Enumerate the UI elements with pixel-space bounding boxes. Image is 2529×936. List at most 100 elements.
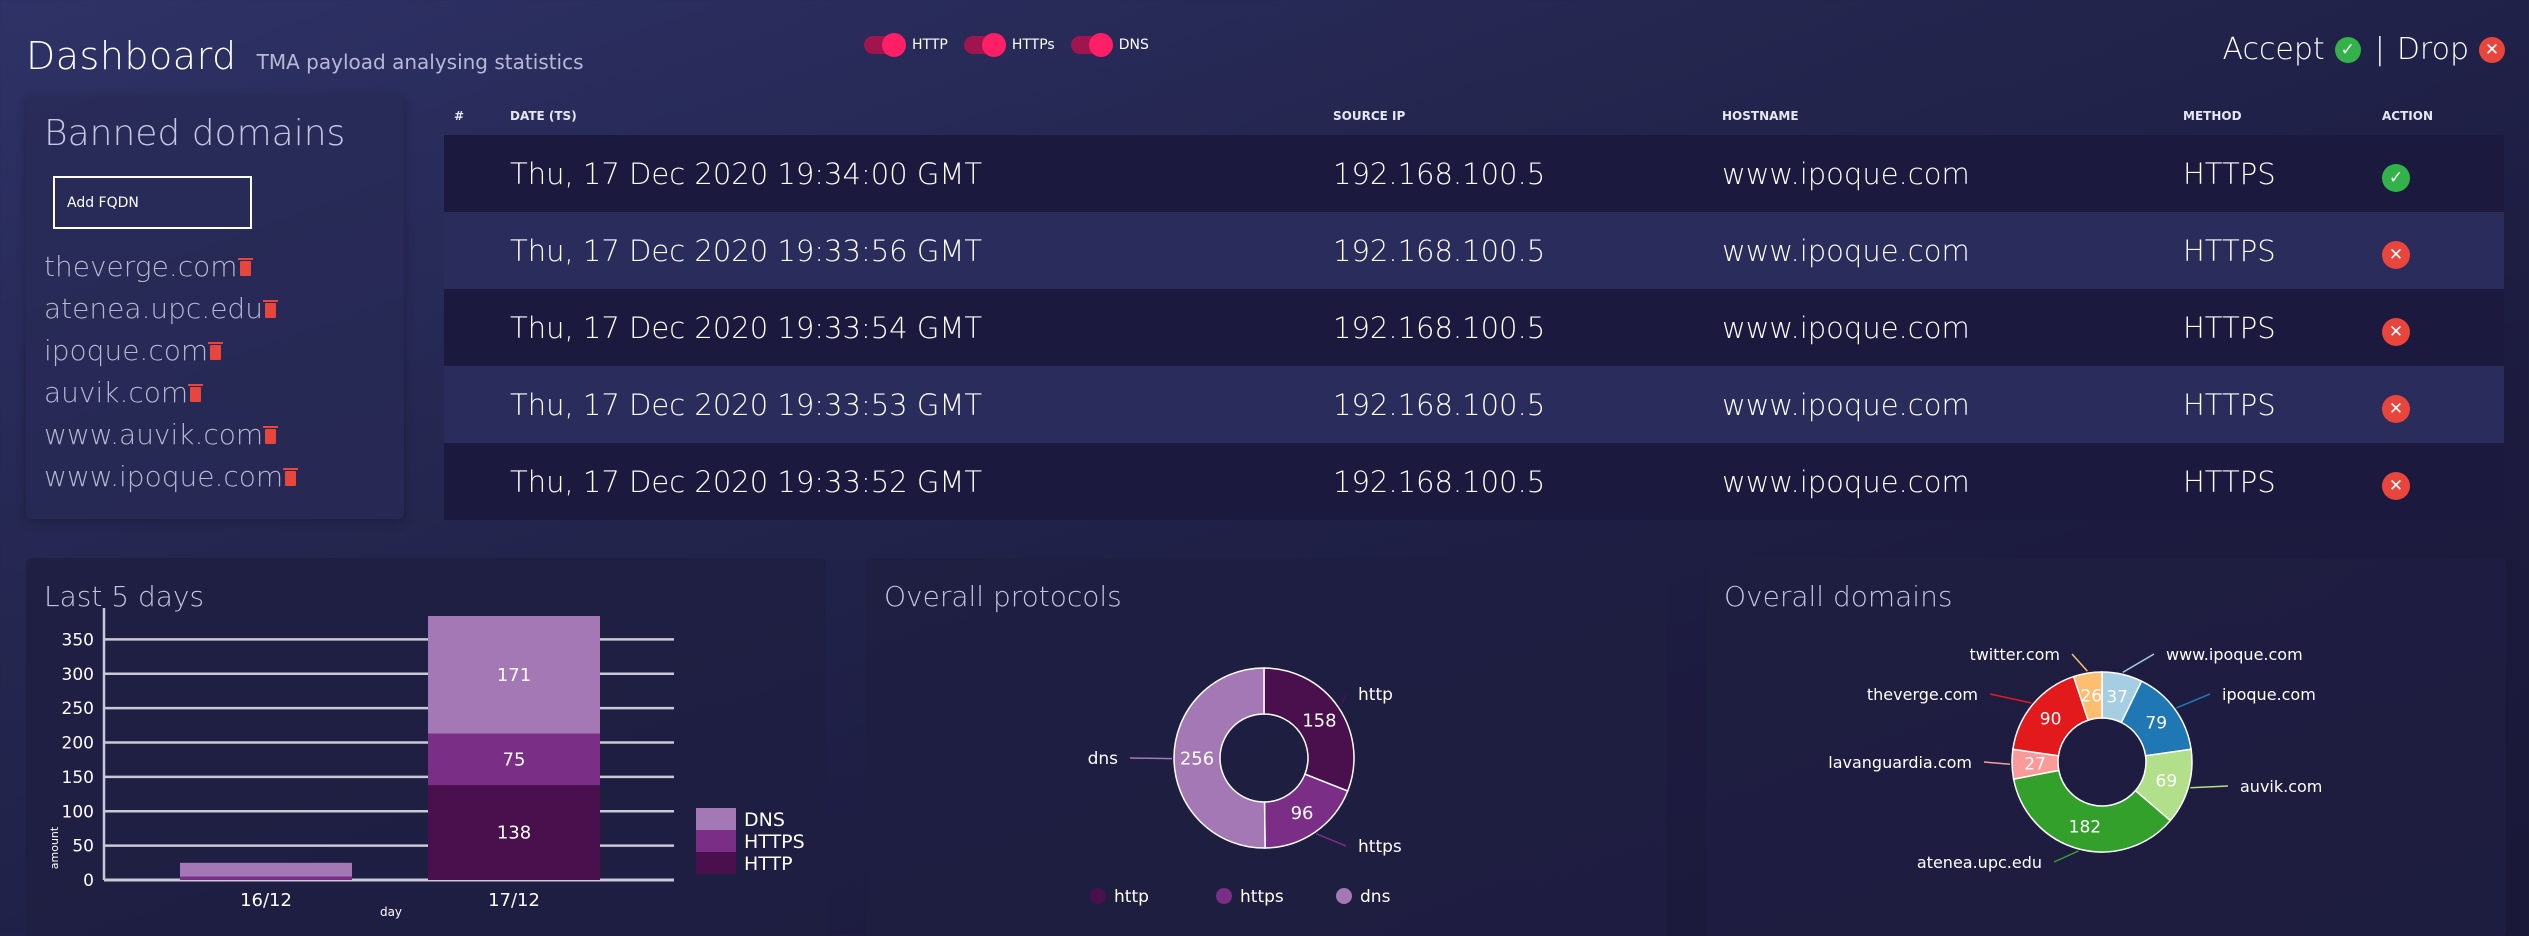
add-fqdn-button[interactable]: Add FQDN [53,176,252,229]
row-hostname: www.ipoque.com [1722,464,1970,499]
bar-value-label: 75 [503,749,526,770]
toggle-label: HTTPs [1011,37,1055,53]
slice-value-label: 69 [2156,771,2178,791]
toggle-switch[interactable] [1070,33,1113,57]
row-date: Thu, 17 Dec 2020 19:33:54 GMT [510,310,983,345]
slice-name-label: auvik.com [2240,777,2322,796]
slice-name-label: ipoque.com [2222,685,2316,704]
toggle-http[interactable]: HTTP [864,33,948,57]
overall-domains-panel: Overall domains 37 79 69 182 27 90 26 www.ipoqu… [1706,558,2506,936]
table-row[interactable]: Thu, 17 Dec 2020 19:33:54 GMT 192.168.10… [444,289,2504,366]
label-leader-line [2122,653,2155,674]
trash-icon[interactable] [263,425,279,444]
bar-value-label: 138 [497,823,531,844]
protocols-donut-chart: 158 96 256 http https dns http https dns [1088,667,1402,907]
slice-name-label: dns [1088,749,1119,769]
page-subtitle: TMA payload analysing statistics [256,50,584,74]
column-header-number: # [454,109,465,123]
slice-value-label: 96 [1291,803,1314,824]
y-tick-label: 300 [62,665,94,685]
check-icon: ✓ [2334,36,2361,63]
table-row[interactable]: Thu, 17 Dec 2020 19:33:56 GMT 192.168.10… [444,212,2504,289]
legend-label: http [1114,887,1149,907]
stacked-bar-chart: 0 50 100 150 200 250 300 350 amount day 16/12 138 75… [48,608,805,919]
row-action: ✕ [2382,387,2504,423]
table-row[interactable]: Thu, 17 Dec 2020 19:34:00 GMT 192.168.10… [444,135,2504,212]
table-row[interactable]: Thu, 17 Dec 2020 19:33:53 GMT 192.168.10… [444,366,2504,443]
banned-domain-item: atenea.upc.edu [44,287,296,329]
drop-legend-label: Drop [2396,32,2469,67]
toggle-dns[interactable]: DNS [1070,33,1149,57]
label-leader-line [2071,653,2088,672]
banned-domain-item: www.auvik.com [44,413,296,455]
label-leader-line [1315,833,1347,847]
y-tick-label: 100 [62,802,94,822]
column-header-method: METHOD [2183,109,2242,123]
slice-value-label: 256 [1180,748,1214,769]
protocol-filters: HTTP HTTPs DNS [864,33,1165,57]
row-source-ip: 192.168.100.5 [1333,233,1546,268]
row-method: HTTPS [2183,310,2276,345]
slice-value-label: 182 [2069,817,2101,837]
banned-domain-label: www.ipoque.com [44,459,284,493]
accept-legend-label: Accept [2222,32,2325,67]
banned-domain-label: ipoque.com [44,333,209,367]
row-date: Thu, 17 Dec 2020 19:33:56 GMT [510,233,983,268]
slice-value-label: 26 [2080,687,2102,707]
slice-name-label: twitter.com [1969,645,2060,664]
row-source-ip: 192.168.100.5 [1333,310,1546,345]
banned-domain-list: theverge.com atenea.upc.edu ipoque.com a… [44,245,299,497]
trash-icon[interactable] [188,383,204,402]
toggle-knob [1088,33,1113,57]
column-header-action: ACTION [2382,109,2433,123]
y-tick-label: 200 [62,734,94,754]
banned-domain-item: auvik.com [44,371,296,413]
legend-swatch [696,852,736,874]
slice-name-label: www.ipoque.com [2166,645,2303,664]
row-method: HTTPS [2183,156,2276,191]
trash-icon[interactable] [283,467,299,486]
banned-domain-label: atenea.upc.edu [44,291,263,325]
banned-domain-item: theverge.com [44,245,296,287]
close-icon: ✕ [2382,317,2410,346]
close-icon: ✕ [2382,394,2410,423]
row-source-ip: 192.168.100.5 [1333,156,1546,191]
row-method: HTTPS [2183,387,2276,422]
legend-dot [1216,888,1232,904]
close-icon: ✕ [2479,36,2505,63]
traffic-table: # DATE (TS) SOURCE IP HOSTNAME METHOD AC… [444,97,2504,520]
slice-value-label: 158 [1302,710,1336,731]
trash-icon[interactable] [237,257,253,276]
toggle-https[interactable]: HTTPs [963,33,1055,57]
label-leader-line [2190,785,2229,789]
column-header-hostname: HOSTNAME [1722,109,1799,123]
banned-domain-label: www.auvik.com [44,417,264,451]
banned-domain-item: ipoque.com [44,329,296,371]
column-header-source-ip: SOURCE IP [1333,109,1406,123]
row-date: Thu, 17 Dec 2020 19:33:52 GMT [510,464,983,499]
y-tick-label: 50 [72,837,94,857]
table-row[interactable]: Thu, 17 Dec 2020 19:33:52 GMT 192.168.10… [444,443,2504,520]
toggle-switch[interactable] [963,33,1006,57]
row-hostname: www.ipoque.com [1722,387,1970,422]
legend-label: dns [1360,887,1391,907]
toggle-label: DNS [1118,37,1149,53]
toggle-label: HTTP [912,37,948,53]
row-action: ✓ [2382,156,2504,192]
bar-segment [180,862,352,877]
banned-domains-title: Banned domains [44,113,346,154]
legend-label: HTTPS [744,831,805,853]
y-tick-label: 150 [62,768,94,788]
action-legend: Accept ✓ | Drop ✕ [2222,32,2505,67]
y-tick-label: 0 [83,871,94,891]
slice-value-label: 37 [2106,687,2128,707]
row-action: ✕ [2382,233,2504,269]
slice-name-label: https [1358,837,1402,857]
legend-separator: | [2374,32,2385,67]
toggle-switch[interactable] [864,33,906,57]
legend-label: https [1240,887,1284,907]
trash-icon[interactable] [208,341,224,360]
trash-icon[interactable] [262,299,278,318]
legend-label: HTTP [744,853,793,875]
banned-domain-label: theverge.com [44,249,238,283]
